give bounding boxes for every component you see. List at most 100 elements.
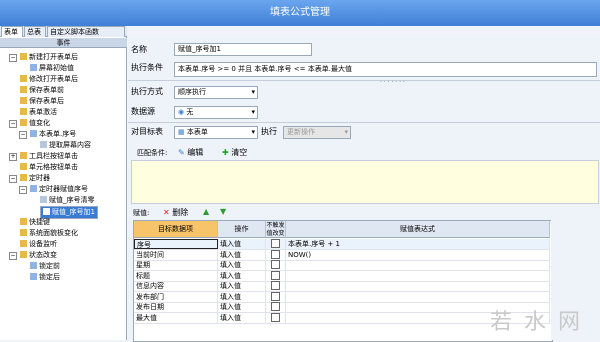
tree-item[interactable]: 保存表单前 <box>20 85 64 96</box>
expand-icon[interactable]: + <box>9 153 17 161</box>
event-icon <box>20 240 27 247</box>
clear-icon: ✚ <box>222 148 229 157</box>
cell-target[interactable]: 信息内容 <box>134 281 218 291</box>
tree-item[interactable]: 本表单.序号 <box>30 129 76 140</box>
cell-target[interactable]: 发布日期 <box>134 302 218 312</box>
tree-item[interactable]: 设备监听 <box>20 239 57 250</box>
no-trigger-checkbox-cell[interactable] <box>266 260 286 270</box>
tree-item[interactable]: 定时器 <box>20 173 50 184</box>
exec-mode-select[interactable]: 顺序执行 ▾ <box>174 86 258 99</box>
cell-target[interactable]: 发布部门 <box>134 291 218 302</box>
execute-select[interactable]: 更新操作 ▾ <box>283 126 351 139</box>
cell-op[interactable]: 填入值 <box>218 270 266 281</box>
table-row[interactable]: 星期 填入值 <box>134 260 550 271</box>
condition-input[interactable]: 本表单.序号 >= 0 并且 本表单.序号 <= 本表单.最大值 <box>174 62 597 77</box>
cell-expr[interactable] <box>286 270 550 281</box>
no-trigger-checkbox-cell[interactable] <box>266 249 286 260</box>
clear-button[interactable]: ✚ 清空 <box>222 148 247 158</box>
move-down-icon[interactable]: ▼ <box>220 207 226 217</box>
move-up-icon[interactable]: ▲ <box>203 207 209 217</box>
cell-expr[interactable]: 本表单.序号 + 1 <box>286 239 550 249</box>
collapse-icon[interactable]: − <box>9 175 17 183</box>
col-operation[interactable]: 操作 <box>218 221 266 238</box>
tab-summary[interactable]: 总表 <box>24 26 46 37</box>
table-row[interactable]: 发布日期 填入值 <box>134 302 550 313</box>
cell-target[interactable]: 序号 <box>134 239 218 249</box>
cell-target[interactable]: 星期 <box>134 260 218 270</box>
no-trigger-checkbox-cell[interactable] <box>266 302 286 312</box>
tab-custom-script[interactable]: 自定义脚本函数 <box>47 26 125 37</box>
no-trigger-checkbox-cell[interactable] <box>266 291 286 302</box>
table-row[interactable]: 序号 填入值 本表单.序号 + 1 <box>134 239 550 250</box>
no-trigger-checkbox-cell[interactable] <box>266 239 286 249</box>
tree-item[interactable]: 快捷键 <box>20 217 50 228</box>
tree-item[interactable]: 提取屏幕内容 <box>40 140 91 151</box>
delete-button[interactable]: ✕ 删除 <box>163 208 188 218</box>
no-trigger-checkbox[interactable] <box>271 270 280 280</box>
datasource-select[interactable]: ◉ 无 ▾ <box>174 106 258 119</box>
edit-icon: ✎ <box>178 148 185 157</box>
tree-item[interactable]: 状态改变 <box>20 250 57 261</box>
tree-item[interactable]: 单元格按钮单击 <box>20 162 78 173</box>
table-row[interactable]: 发布部门 填入值 <box>134 291 550 303</box>
cell-op[interactable]: 填入值 <box>218 239 266 249</box>
tree-item[interactable]: 值变化 <box>20 118 50 129</box>
event-icon <box>20 163 27 170</box>
tree-item[interactable]: 锁定后 <box>30 272 60 283</box>
target-select[interactable]: ▦ 本表单 ▾ <box>174 126 258 139</box>
col-target[interactable]: 目标数据项 <box>134 221 218 238</box>
no-trigger-checkbox-cell[interactable] <box>266 281 286 291</box>
tree-item-label: 锁定前 <box>39 262 60 270</box>
col-no-trigger[interactable]: 不触发值改变 <box>266 221 286 238</box>
tab-form[interactable]: 表单 <box>1 26 23 37</box>
tree-item[interactable]: 系统面貌板变化 <box>20 228 78 239</box>
cell-expr[interactable] <box>286 260 550 270</box>
tree-item[interactable]: 修改打开表单后 <box>20 74 78 85</box>
cell-target[interactable]: 当前时间 <box>134 249 218 260</box>
tree-item[interactable]: 表单激活 <box>20 107 57 118</box>
cell-expr[interactable] <box>286 291 550 302</box>
col-expression[interactable]: 赋值表达式 <box>286 221 550 238</box>
no-trigger-checkbox[interactable] <box>271 249 280 259</box>
cell-op[interactable]: 填入值 <box>218 281 266 291</box>
tree-item[interactable]: 工具栏按钮单击 <box>20 151 78 162</box>
match-condition-area[interactable] <box>131 160 599 204</box>
tree-item[interactable]: 赋值_序号清零 <box>40 195 95 206</box>
splitter-grip[interactable]: · · · · · · · <box>380 79 405 86</box>
cell-op[interactable]: 填入值 <box>218 291 266 302</box>
no-trigger-checkbox-cell[interactable] <box>266 312 286 323</box>
tree-item[interactable]: 锁定前 <box>30 261 60 272</box>
cell-op[interactable]: 填入值 <box>218 249 266 260</box>
tree-item[interactable]: 屏幕初始值 <box>30 63 74 74</box>
cell-op[interactable]: 填入值 <box>218 260 266 270</box>
collapse-icon[interactable]: − <box>9 252 17 260</box>
cell-op[interactable]: 填入值 <box>218 312 266 323</box>
no-trigger-checkbox[interactable] <box>271 312 280 322</box>
no-trigger-checkbox[interactable] <box>271 291 280 301</box>
tree-item[interactable]: 新建打开表单后 <box>20 52 78 63</box>
tree-item[interactable]: 定时器赋值序号 <box>30 184 88 195</box>
cell-expr[interactable]: NOW() <box>286 249 550 260</box>
cell-expr[interactable] <box>286 281 550 291</box>
collapse-icon[interactable]: − <box>9 120 17 128</box>
no-trigger-checkbox[interactable] <box>271 239 280 248</box>
collapse-icon[interactable]: − <box>19 186 27 194</box>
event-icon <box>20 86 27 93</box>
collapse-icon[interactable]: − <box>9 54 17 62</box>
table-row[interactable]: 信息内容 填入值 <box>134 281 550 292</box>
table-row[interactable]: 当前时间 填入值 NOW() <box>134 249 550 261</box>
cell-op[interactable]: 填入值 <box>218 302 266 312</box>
no-trigger-checkbox[interactable] <box>271 302 280 311</box>
tree-item-label: 值变化 <box>29 119 50 127</box>
name-input[interactable]: 赋值_序号加1 <box>174 43 312 56</box>
collapse-icon[interactable]: − <box>19 131 27 139</box>
cell-target[interactable]: 标题 <box>134 270 218 281</box>
table-row[interactable]: 标题 填入值 <box>134 270 550 282</box>
tree-item[interactable]: 保存表单后 <box>20 96 64 107</box>
cell-target[interactable]: 最大值 <box>134 312 218 323</box>
edit-button[interactable]: ✎ 编辑 <box>178 148 203 158</box>
no-trigger-checkbox-cell[interactable] <box>266 270 286 281</box>
table-row[interactable]: 最大值 填入值 <box>134 312 550 324</box>
no-trigger-checkbox[interactable] <box>271 260 280 269</box>
no-trigger-checkbox[interactable] <box>271 281 280 290</box>
